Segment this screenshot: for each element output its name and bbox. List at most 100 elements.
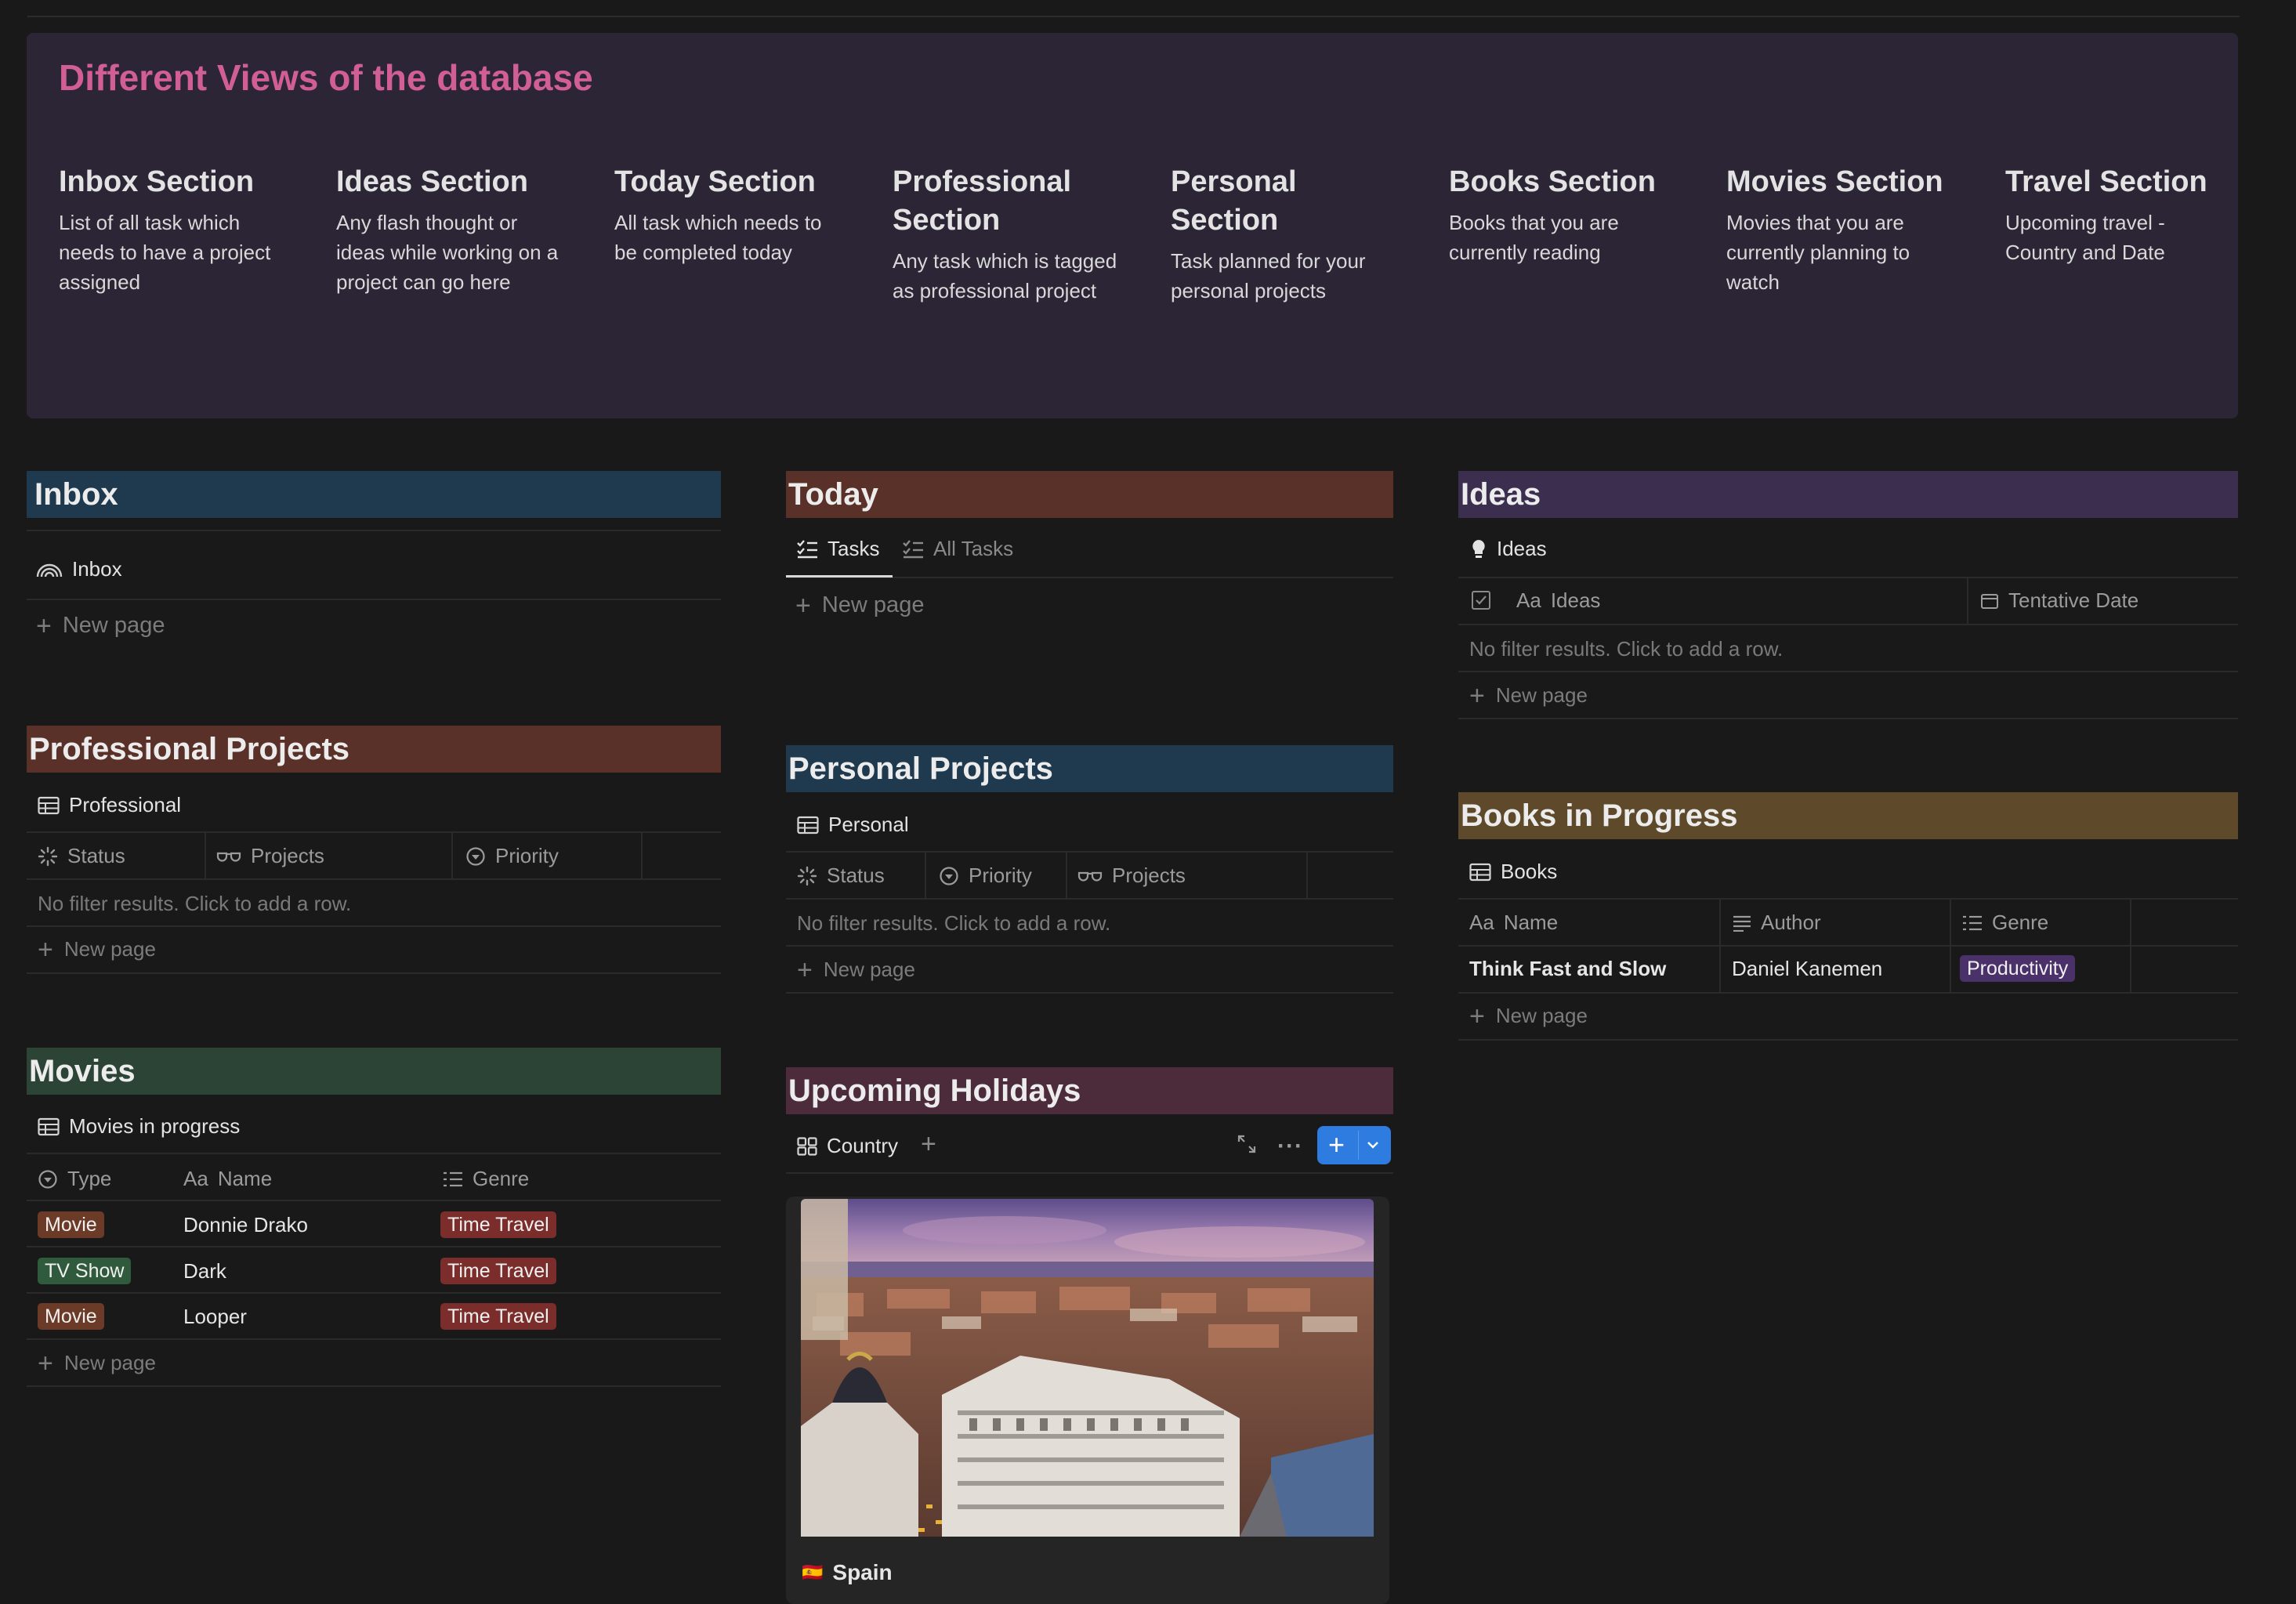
column-author[interactable]: Author: [1733, 911, 1821, 935]
column-ideas[interactable]: Aa Ideas: [1516, 588, 1600, 613]
column-label: Projects: [1112, 864, 1186, 887]
professional-view-tab[interactable]: Professional: [38, 793, 181, 817]
column-status[interactable]: Status: [38, 844, 125, 868]
new-page-label: New page: [823, 958, 915, 981]
type-tag[interactable]: Movie: [38, 1303, 104, 1330]
section-title: Inbox Section: [59, 165, 255, 198]
column-genre[interactable]: Genre: [443, 1167, 529, 1191]
new-button[interactable]: +: [1317, 1126, 1391, 1164]
gallery-card[interactable]: 🇪🇸 Spain: [786, 1197, 1389, 1604]
divider: [27, 1292, 721, 1294]
type-tag[interactable]: Movie: [38, 1211, 104, 1238]
book-name-cell[interactable]: Think Fast and Slow: [1469, 957, 1666, 981]
divider: [1458, 718, 2238, 719]
genre-tag[interactable]: Time Travel: [440, 1258, 556, 1284]
section-title: Today Section: [614, 165, 816, 198]
section-title: Movies Section: [1726, 165, 1943, 198]
column-divider: [641, 833, 643, 878]
divider: [1458, 671, 2238, 672]
more-icon[interactable]: ···: [1277, 1133, 1303, 1160]
genre-tag[interactable]: Time Travel: [440, 1211, 556, 1238]
ideas-empty-state[interactable]: No filter results. Click to add a row.: [1469, 637, 1783, 661]
column-priority[interactable]: Priority: [465, 844, 559, 868]
personal-new-page-button[interactable]: + New page: [797, 957, 915, 983]
inbox-header: Inbox: [27, 471, 721, 518]
genre-tag[interactable]: Time Travel: [440, 1303, 556, 1330]
checkbox-icon[interactable]: [1472, 591, 1490, 610]
column-tentative-date[interactable]: Tentative Date: [1980, 588, 2138, 613]
column-label: Ideas: [1550, 588, 1601, 612]
column-label: Name: [217, 1167, 273, 1190]
column-projects[interactable]: Projects: [1077, 864, 1186, 888]
book-author-cell[interactable]: Daniel Kanemen: [1732, 957, 1882, 981]
movies-new-page-button[interactable]: + New page: [38, 1350, 156, 1377]
genre-tag[interactable]: Productivity: [1960, 955, 2076, 982]
plus-icon: +: [795, 590, 811, 621]
column-projects[interactable]: Projects: [216, 844, 324, 868]
holidays-view-tab[interactable]: Country: [797, 1134, 898, 1158]
column-label: Type: [67, 1167, 112, 1190]
column-priority[interactable]: Priority: [939, 864, 1032, 888]
divider: [27, 530, 721, 531]
relation-glasses-icon: [1077, 871, 1103, 882]
column-name[interactable]: Aa Name: [183, 1167, 272, 1191]
plus-icon: +: [38, 934, 53, 965]
new-page-label: New page: [1495, 1004, 1588, 1027]
type-tag[interactable]: TV Show: [38, 1258, 132, 1284]
personal-view-tab[interactable]: Personal: [797, 813, 909, 837]
column-divider: [205, 833, 206, 878]
column-divider: [451, 833, 453, 878]
movies-view-tab[interactable]: Movies in progress: [38, 1114, 240, 1139]
column-status[interactable]: Status: [797, 864, 885, 888]
divider: [1458, 992, 2238, 994]
section-title: Books Section: [1449, 165, 1656, 198]
section-title: Professional Section: [893, 165, 1072, 237]
section-ideas: Ideas Section Any flash thought or ideas…: [336, 163, 571, 297]
button-divider: [1358, 1131, 1359, 1160]
books-new-page-button[interactable]: + New page: [1469, 1003, 1588, 1030]
divider: [786, 851, 1393, 853]
section-desc: Any flash thought or ideas while working…: [336, 211, 559, 294]
column-name[interactable]: Aa Name: [1469, 911, 1558, 935]
column-genre[interactable]: Genre: [1962, 911, 2048, 935]
relation-glasses-icon: [216, 852, 241, 862]
select-icon: [38, 1169, 57, 1189]
checklist-icon: [797, 539, 817, 558]
today-header: Today: [786, 471, 1393, 518]
tab-tasks[interactable]: Tasks: [796, 537, 879, 561]
section-desc: Books that you are currently reading: [1449, 211, 1619, 264]
divider: [27, 831, 721, 833]
inbox-view-tab[interactable]: Inbox: [36, 557, 122, 581]
column-type[interactable]: Type: [38, 1167, 111, 1191]
today-new-page-button[interactable]: + New page: [795, 590, 924, 621]
professional-new-page-button[interactable]: + New page: [38, 934, 156, 965]
calendar-icon: [1981, 593, 1998, 609]
books-view-tab[interactable]: Books: [1469, 860, 1557, 884]
view-label: Movies in progress: [69, 1114, 241, 1138]
select-icon: [466, 846, 485, 866]
tab-all-tasks[interactable]: All Tasks: [902, 537, 1013, 561]
add-view-icon[interactable]: +: [921, 1129, 936, 1160]
expand-icon[interactable]: [1237, 1134, 1257, 1158]
divider: [27, 1338, 721, 1340]
ideas-view-tab[interactable]: Ideas: [1470, 537, 1547, 561]
section-books: Books Section Books that you are current…: [1449, 163, 1684, 267]
column-label: Priority: [969, 864, 1032, 887]
movie-name-cell[interactable]: Looper: [183, 1305, 247, 1329]
madrid-photo: [801, 1199, 1374, 1537]
movie-name-cell[interactable]: Dark: [183, 1259, 226, 1284]
divider: [1458, 577, 2238, 578]
ideas-new-page-button[interactable]: + New page: [1469, 680, 1588, 711]
movies-header: Movies: [27, 1048, 721, 1095]
movie-name-cell[interactable]: Donnie Drako: [183, 1213, 308, 1237]
personal-empty-state[interactable]: No filter results. Click to add a row.: [797, 911, 1110, 936]
plus-icon: +: [1469, 680, 1485, 711]
tab-label: Tasks: [828, 537, 880, 560]
checklist-icon: [903, 539, 923, 558]
new-page-label: New page: [1495, 683, 1588, 707]
tab-label: All Tasks: [933, 537, 1014, 560]
inbox-new-page-button[interactable]: + New page: [36, 613, 165, 639]
section-desc: Any task which is tagged as professional…: [893, 249, 1117, 302]
professional-empty-state[interactable]: No filter results. Click to add a row.: [38, 892, 351, 916]
section-desc: All task which needs to be completed tod…: [614, 211, 822, 264]
